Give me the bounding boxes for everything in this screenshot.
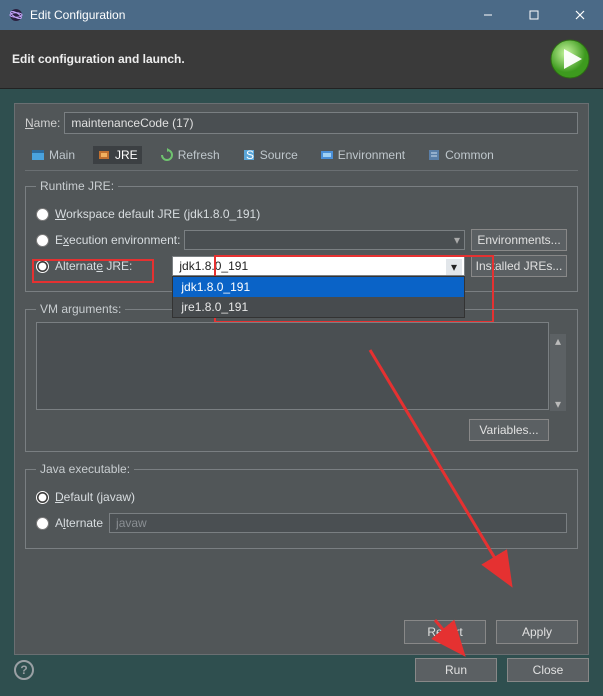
annotation-box <box>32 259 154 283</box>
dialog-header: Edit configuration and launch. <box>0 30 603 89</box>
dropdown-option[interactable]: jre1.8.0_191 <box>173 297 464 317</box>
window-title: Edit Configuration <box>30 8 465 22</box>
alternate-exec-radio[interactable] <box>36 517 49 530</box>
dropdown-option[interactable]: jdk1.8.0_191 <box>173 277 464 297</box>
vm-arguments-group: VM arguments: ▴ ▾ Variables... <box>25 302 578 452</box>
refresh-tab-icon <box>160 148 174 162</box>
revert-button[interactable]: Revert <box>404 620 486 644</box>
maximize-button[interactable] <box>511 0 557 30</box>
vm-arguments-legend: VM arguments: <box>36 302 125 316</box>
common-tab-icon <box>427 148 441 162</box>
alternate-jre-dropdown-list: jdk1.8.0_191 jre1.8.0_191 <box>172 276 465 318</box>
tab-environment[interactable]: Environment <box>316 146 409 164</box>
scroll-up-icon: ▴ <box>551 334 565 348</box>
tab-source[interactable]: S Source <box>238 146 302 164</box>
svg-text:S: S <box>246 148 254 162</box>
tab-main[interactable]: Main <box>27 146 79 164</box>
tab-jre[interactable]: JRE <box>93 146 142 164</box>
scrollbar[interactable]: ▴ ▾ <box>550 334 566 411</box>
scroll-down-icon: ▾ <box>551 397 565 411</box>
runtime-jre-legend: Runtime JRE: <box>36 179 118 193</box>
workspace-default-radio[interactable] <box>36 208 49 221</box>
apply-button[interactable]: Apply <box>496 620 578 644</box>
tab-label: Refresh <box>178 148 220 162</box>
variables-button[interactable]: Variables... <box>469 419 549 441</box>
close-window-button[interactable]: Close <box>507 658 589 682</box>
source-tab-icon: S <box>242 148 256 162</box>
chevron-down-icon: ▾ <box>454 233 460 247</box>
alternate-exec-input[interactable] <box>109 513 567 533</box>
tab-refresh[interactable]: Refresh <box>156 146 224 164</box>
execution-env-combo[interactable]: ▾ <box>184 230 465 250</box>
tab-label: Environment <box>338 148 405 162</box>
name-label: Name: <box>25 116 60 130</box>
default-javaw-radio[interactable] <box>36 491 49 504</box>
runtime-jre-group: Runtime JRE: Workspace default JRE (jdk1… <box>25 179 578 292</box>
workspace-default-label: Workspace default JRE (jdk1.8.0_191) <box>55 207 260 221</box>
execution-env-label: Execution environment: <box>55 233 180 247</box>
tab-label: Main <box>49 148 75 162</box>
dialog-heading: Edit configuration and launch. <box>12 52 549 66</box>
run-icon <box>549 38 591 80</box>
environments-button[interactable]: Environments... <box>471 229 567 251</box>
java-executable-legend: Java executable: <box>36 462 134 476</box>
tab-label: Source <box>260 148 298 162</box>
jre-tab-icon <box>97 148 111 162</box>
environment-tab-icon <box>320 148 334 162</box>
tab-common[interactable]: Common <box>423 146 498 164</box>
default-javaw-label: Default (javaw) <box>55 490 135 504</box>
minimize-button[interactable] <box>465 0 511 30</box>
execution-env-radio[interactable] <box>36 234 49 247</box>
tab-bar: Main JRE Refresh S Source Environment Co… <box>25 142 578 171</box>
vm-arguments-textarea[interactable] <box>36 322 549 410</box>
tab-label: JRE <box>115 148 138 162</box>
main-tab-icon <box>31 148 45 162</box>
java-executable-group: Java executable: Default (javaw) Alterna… <box>25 462 578 549</box>
config-panel: Name: Main JRE Refresh S Source Environm… <box>14 103 589 655</box>
run-button[interactable]: Run <box>415 658 497 682</box>
title-bar: Edit Configuration <box>0 0 603 30</box>
name-input[interactable] <box>64 112 578 134</box>
tab-label: Common <box>445 148 494 162</box>
close-button[interactable] <box>557 0 603 30</box>
eclipse-icon <box>8 7 24 23</box>
alternate-exec-label: Alternate <box>55 516 103 530</box>
help-icon[interactable]: ? <box>14 660 34 680</box>
